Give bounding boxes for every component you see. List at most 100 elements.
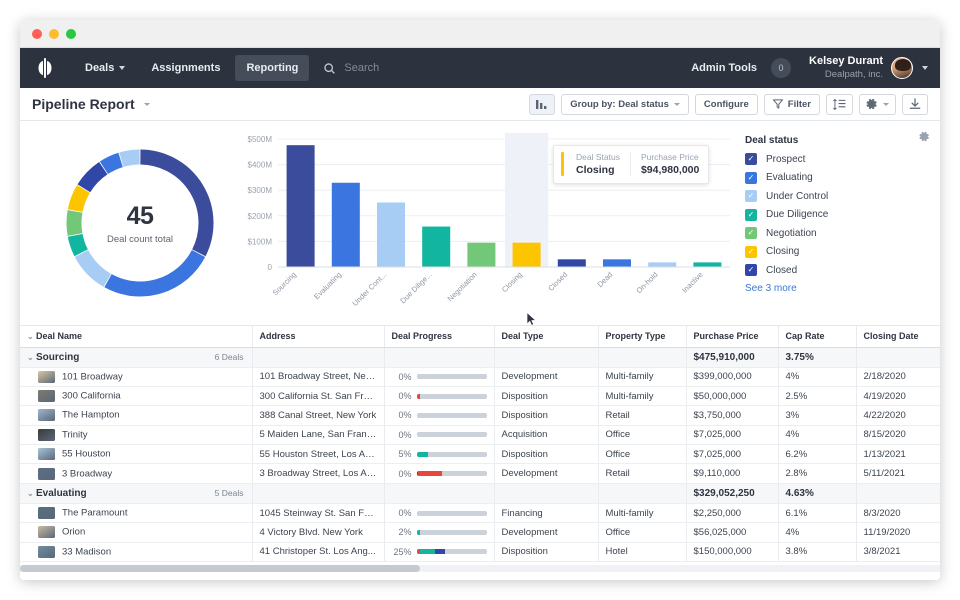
close-window-button[interactable]: [32, 28, 42, 39]
table-row[interactable]: The Paramount 1045 Steinway St. San Fra..…: [20, 503, 940, 524]
deal-name-cell[interactable]: 3 Broadway: [20, 463, 253, 484]
legend-item-evaluating[interactable]: ✓ Evaluating: [745, 171, 920, 184]
legend-see-more-link[interactable]: See 3 more: [745, 283, 920, 294]
horizontal-scrollbar[interactable]: [20, 565, 940, 572]
donut-segment-negotiation[interactable]: [66, 210, 83, 236]
column-header-deal-type[interactable]: Deal Type: [494, 326, 599, 348]
column-header-closing-date[interactable]: Closing Date: [856, 326, 940, 348]
legend-item-negotiation[interactable]: ✓ Negotiation: [745, 227, 920, 239]
legend-checkbox-icon[interactable]: ✓: [745, 171, 757, 184]
column-header-deal-progress[interactable]: Deal Progress: [384, 326, 495, 348]
legend-checkbox-icon[interactable]: ✓: [745, 190, 757, 202]
table-row[interactable]: Orion 4 Victory Blvd. New York 2% Developme…: [20, 522, 940, 543]
donut-segment-closing[interactable]: [67, 185, 91, 213]
column-header-address[interactable]: Address: [252, 326, 385, 348]
donut-segment-under-control[interactable]: [74, 249, 112, 287]
purchase-price: $7,025,000: [686, 444, 779, 465]
row-height-button[interactable]: [826, 93, 853, 115]
legend-checkbox-icon[interactable]: ✓: [745, 264, 757, 276]
group-row[interactable]: ⌄ Sourcing 6 Deals $475,910,000 3.75%: [20, 347, 940, 368]
legend-item-label: Evaluating: [766, 172, 813, 183]
bar-dead[interactable]: [602, 259, 632, 267]
bar-closed[interactable]: [557, 259, 586, 267]
minimize-window-button[interactable]: [49, 28, 59, 39]
download-button[interactable]: [902, 93, 928, 115]
bar-evaluating[interactable]: [331, 182, 360, 267]
purchase-price: $2,250,000: [686, 503, 779, 524]
user-menu-chevron-down-icon[interactable]: [922, 66, 928, 70]
legend-item-closed[interactable]: ✓ Closed: [745, 264, 920, 276]
column-header-deal-name[interactable]: ⌄ Deal Name: [20, 326, 253, 348]
column-header-purchase-price[interactable]: Purchase Price: [686, 326, 779, 348]
bar-under-cont[interactable]: [376, 202, 406, 267]
nav-item-reporting[interactable]: Reporting: [235, 55, 310, 81]
deal-name-cell[interactable]: Trinity: [20, 425, 253, 446]
filter-button[interactable]: Filter: [763, 93, 820, 115]
donut-segment-prospect[interactable]: [140, 149, 214, 257]
legend-checkbox-icon[interactable]: ✓: [745, 153, 757, 165]
deal-name: 55 Houston: [62, 448, 111, 460]
table-row[interactable]: 55 Houston 55 Houston Street, Los An... 5%…: [20, 444, 940, 465]
settings-button[interactable]: [859, 93, 896, 115]
bar-on-hold[interactable]: [648, 262, 677, 267]
bar-inactive[interactable]: [693, 262, 722, 267]
column-header-property-type[interactable]: Property Type: [598, 326, 687, 348]
bar-sourcing[interactable]: [286, 145, 315, 267]
notification-badge[interactable]: 0: [771, 58, 792, 78]
avatar[interactable]: [891, 57, 913, 79]
deal-name-cell[interactable]: The Hampton: [20, 405, 253, 426]
donut-segment-dead[interactable]: [99, 152, 124, 175]
deal-name-cell[interactable]: 101 Broadway: [20, 367, 253, 387]
x-axis-tick-label: Closed: [546, 270, 569, 293]
deal-progress-cell: 0%: [384, 463, 495, 484]
table-row[interactable]: 33 Madison 41 Christoper St. Los Ang... 25…: [20, 542, 940, 563]
bar-due-dilige[interactable]: [422, 226, 451, 267]
nav-item-deals[interactable]: Deals: [74, 55, 136, 81]
scrollbar-thumb[interactable]: [20, 565, 420, 572]
table-row[interactable]: The Hampton 388 Canal Street, New York 0% D…: [20, 405, 940, 426]
legend-checkbox-icon[interactable]: ✓: [745, 227, 757, 239]
collapse-all-chevron-icon[interactable]: ⌄: [27, 332, 36, 341]
deal-address: 101 Broadway Street, New...: [252, 367, 385, 387]
legend-checkbox-icon[interactable]: ✓: [745, 208, 757, 221]
group-collapse-chevron-icon[interactable]: ⌄: [27, 489, 36, 498]
user-info[interactable]: Kelsey Durant Dealpath, inc.: [809, 55, 883, 81]
column-header-cap-rate[interactable]: Cap Rate: [778, 326, 857, 348]
table-row[interactable]: 3 Broadway 3 Broadway Street, Los An... 0%…: [20, 463, 940, 484]
table-row[interactable]: 300 California 300 California St. San Fra…: [20, 386, 940, 407]
deal-name-cell[interactable]: 300 California: [20, 386, 253, 407]
deal-name-cell[interactable]: 33 Madison: [20, 542, 253, 563]
deal-name-cell[interactable]: 55 Houston: [20, 444, 253, 465]
donut-segment-on-hold[interactable]: [119, 149, 140, 167]
group-name-cell[interactable]: ⌄ Sourcing 6 Deals: [20, 347, 253, 368]
legend-checkbox-icon[interactable]: ✓: [745, 245, 757, 258]
report-menu-chevron-down-icon[interactable]: [143, 102, 150, 106]
bar-closing[interactable]: [512, 242, 541, 267]
deals-table[interactable]: ⌄ Deal Name Address Deal Progress Deal Type P…: [20, 326, 940, 572]
configure-button[interactable]: Configure: [694, 93, 758, 115]
nav-item-assignments[interactable]: Assignments: [140, 55, 231, 81]
donut-segment-evaluating[interactable]: [104, 249, 206, 297]
bar-negotiation[interactable]: [467, 242, 496, 267]
donut-segment-closed[interactable]: [77, 161, 108, 193]
legend-item-due-diligence[interactable]: ✓ Due Diligence: [745, 208, 920, 221]
property-type: Office: [598, 425, 687, 446]
nav-search[interactable]: Search: [323, 62, 379, 75]
dealpath-logo-icon[interactable]: [32, 55, 58, 81]
group-collapse-chevron-icon[interactable]: ⌄: [27, 353, 36, 362]
legend-item-prospect[interactable]: ✓ Prospect: [745, 153, 920, 165]
table-row[interactable]: Trinity 5 Maiden Lane, San Franc... 0% Acqu…: [20, 425, 940, 446]
chart-settings-gear-icon[interactable]: [919, 129, 930, 147]
legend-item-under-control[interactable]: ✓ Under Control: [745, 190, 920, 202]
chart-toggle-button[interactable]: [529, 93, 556, 115]
group-row[interactable]: ⌄ Evaluating 5 Deals $329,052,250 4.63%: [20, 483, 940, 504]
group-name-cell[interactable]: ⌄ Evaluating 5 Deals: [20, 483, 253, 504]
table-row[interactable]: 101 Broadway 101 Broadway Street, New... 0…: [20, 367, 940, 387]
deal-name-cell[interactable]: The Paramount: [20, 503, 253, 524]
admin-tools-link[interactable]: Admin Tools: [691, 62, 757, 74]
legend-item-closing[interactable]: ✓ Closing: [745, 245, 920, 258]
deal-name-cell[interactable]: Orion: [20, 522, 253, 543]
donut-segment-due-diligence[interactable]: [67, 233, 88, 257]
group-by-button[interactable]: Group by: Deal status: [561, 93, 689, 115]
zoom-window-button[interactable]: [66, 28, 76, 39]
